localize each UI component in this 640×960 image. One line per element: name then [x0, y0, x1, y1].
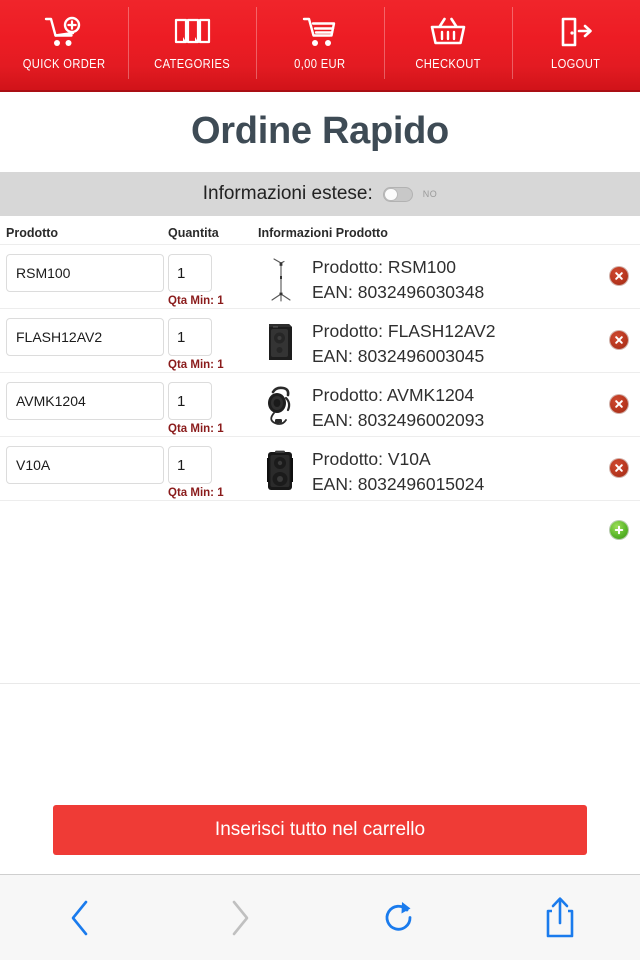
product-ean-line: EAN: 8032496003045 [312, 346, 485, 366]
table-row: Qta Min: 1 [0, 244, 640, 308]
product-code-cell [0, 318, 168, 356]
toggle-knob [383, 187, 398, 201]
remove-row-button[interactable] [610, 331, 628, 349]
app-root: QUICK ORDER CATEGORIES 0,00 EUR CHECKOUT… [0, 0, 640, 960]
plus-icon [614, 525, 624, 535]
toggle-state-label: NO [422, 189, 438, 199]
table-header-row: Prodotto Quantita Informazioni Prodotto [0, 216, 640, 244]
product-code-input[interactable] [6, 254, 164, 292]
share-icon [542, 894, 578, 942]
browser-reload-button[interactable] [320, 875, 480, 960]
table-row: Qta Min: 1 [0, 436, 640, 500]
product-code-input[interactable] [6, 446, 164, 484]
nav-label-logout: LOGOUT [551, 56, 601, 71]
browser-forward-button[interactable] [160, 875, 320, 960]
mic-stand-thumbnail [258, 254, 302, 306]
qty-min-label: Qta Min: 1 [168, 423, 224, 435]
extended-info-bar: Informazioni estese: NO [0, 172, 640, 216]
quantity-cell: Qta Min: 1 [168, 254, 258, 307]
product-info-lines: Prodotto: AVMK1204 EAN: 8032496002093 [312, 382, 484, 433]
nav-item-quick-order[interactable]: QUICK ORDER [0, 0, 128, 92]
nav-item-logout[interactable]: LOGOUT [512, 0, 640, 92]
remove-row-button[interactable] [610, 267, 628, 285]
nav-item-cart-total[interactable]: 0,00 EUR [256, 0, 384, 92]
back-chevron-icon [65, 896, 95, 940]
column-header-quantity: Quantita [168, 226, 219, 240]
nav-item-checkout[interactable]: CHECKOUT [384, 0, 512, 92]
product-ean-line: EAN: 8032496002093 [312, 410, 485, 430]
quantity-input[interactable] [168, 446, 212, 484]
product-code-input[interactable] [6, 382, 164, 420]
product-info-cell: Prodotto: FLASH12AV2 EAN: 8032496003045 [258, 318, 640, 370]
basket-icon [427, 10, 469, 54]
product-code-cell [0, 254, 168, 292]
product-info-lines: Prodotto: FLASH12AV2 EAN: 8032496003045 [312, 318, 496, 369]
reload-icon [380, 896, 420, 940]
browser-share-button[interactable] [480, 875, 640, 960]
page-title: Ordine Rapido [191, 109, 449, 152]
quantity-cell: Qta Min: 1 [168, 446, 258, 499]
product-name-line: Prodotto: FLASH12AV2 [312, 321, 496, 341]
speaker-cabinet-thumbnail [258, 318, 302, 370]
forward-chevron-icon [225, 896, 255, 940]
extended-info-label: Informazioni estese: [202, 183, 373, 204]
browser-bottom-toolbar [0, 874, 640, 960]
product-info-cell: Prodotto: RSM100 EAN: 8032496030348 [258, 254, 640, 306]
portable-speaker-thumbnail [258, 446, 302, 498]
nav-label-quick-order: QUICK ORDER [22, 56, 106, 71]
product-code-input[interactable] [6, 318, 164, 356]
product-info-cell: Prodotto: AVMK1204 EAN: 8032496002093 [258, 382, 640, 434]
add-row-button[interactable] [610, 521, 628, 539]
table-row: Qta Min: 1 Prodotto: FLASH12AV2 [0, 308, 640, 372]
top-navigation-bar: QUICK ORDER CATEGORIES 0,00 EUR CHECKOUT… [0, 0, 640, 92]
product-name-line: Prodotto: V10A [312, 449, 431, 469]
qty-min-label: Qta Min: 1 [168, 295, 224, 307]
product-info-lines: Prodotto: V10A EAN: 8032496015024 [312, 446, 484, 497]
nav-item-categories[interactable]: CATEGORIES [128, 0, 256, 92]
column-header-product: Prodotto [6, 226, 59, 240]
add-all-to-cart-button[interactable]: Inserisci tutto nel carrello [53, 805, 587, 855]
product-code-cell [0, 382, 168, 420]
nav-label-categories: CATEGORIES [154, 56, 230, 71]
qty-min-label: Qta Min: 1 [168, 359, 224, 371]
quick-order-card: Prodotto Quantita Informazioni Prodotto … [0, 216, 640, 855]
extended-info-toggle[interactable] [382, 186, 413, 202]
product-ean-line: EAN: 8032496030348 [312, 282, 485, 302]
cart-plus-icon [43, 10, 85, 54]
quantity-cell: Qta Min: 1 [168, 318, 258, 371]
add-row-area [0, 500, 640, 562]
product-info-cell: Prodotto: V10A EAN: 8032496015024 [258, 446, 640, 498]
browser-back-button[interactable] [0, 875, 160, 960]
product-name-line: Prodotto: AVMK1204 [312, 385, 475, 405]
shopping-cart-icon [299, 10, 341, 54]
quantity-input[interactable] [168, 254, 212, 292]
close-icon [615, 400, 623, 408]
nav-label-checkout: CHECKOUT [415, 56, 481, 71]
product-name-line: Prodotto: RSM100 [312, 257, 456, 277]
qty-min-label: Qta Min: 1 [168, 487, 224, 499]
nav-label-cart-total: 0,00 EUR [294, 56, 346, 71]
quantity-input[interactable] [168, 318, 212, 356]
close-icon [615, 336, 623, 344]
remove-row-button[interactable] [610, 395, 628, 413]
close-icon [615, 464, 623, 472]
product-info-lines: Prodotto: RSM100 EAN: 8032496030348 [312, 254, 484, 305]
quantity-cell: Qta Min: 1 [168, 382, 258, 435]
pages-icon [171, 10, 213, 54]
product-ean-line: EAN: 8032496015024 [312, 474, 485, 494]
product-code-cell [0, 446, 168, 484]
exit-door-icon [555, 10, 597, 54]
quantity-input[interactable] [168, 382, 212, 420]
table-row: Qta Min: 1 Prodotto: AVMK1204 [0, 372, 640, 436]
remove-row-button[interactable] [610, 459, 628, 477]
column-header-info: Informazioni Prodotto [258, 226, 388, 240]
headset-thumbnail [258, 382, 302, 434]
close-icon [615, 272, 623, 280]
